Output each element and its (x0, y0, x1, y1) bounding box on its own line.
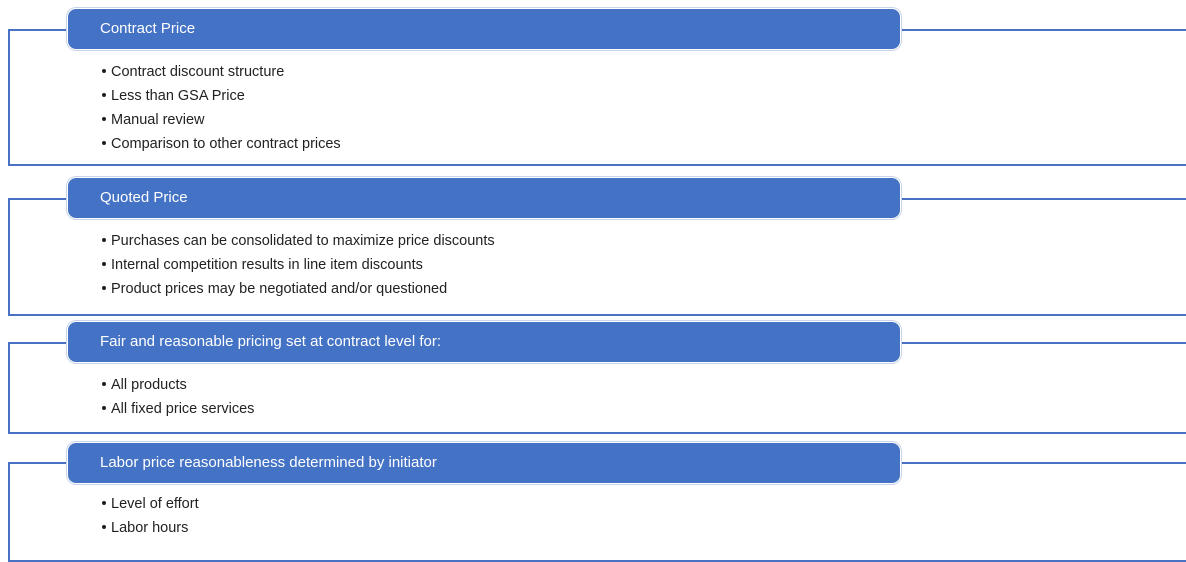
section-labor-price: Labor price reasonableness determined by… (0, 0, 1186, 562)
section-header: Labor price reasonableness determined by… (68, 443, 900, 483)
bullet-list: Level of effort Labor hours (100, 492, 199, 540)
bullet-icon (102, 525, 106, 530)
section-title: Labor price reasonableness determined by… (100, 454, 437, 471)
bullet-icon (102, 501, 106, 506)
list-item: Labor hours (100, 516, 199, 540)
list-item: Level of effort (100, 492, 199, 516)
